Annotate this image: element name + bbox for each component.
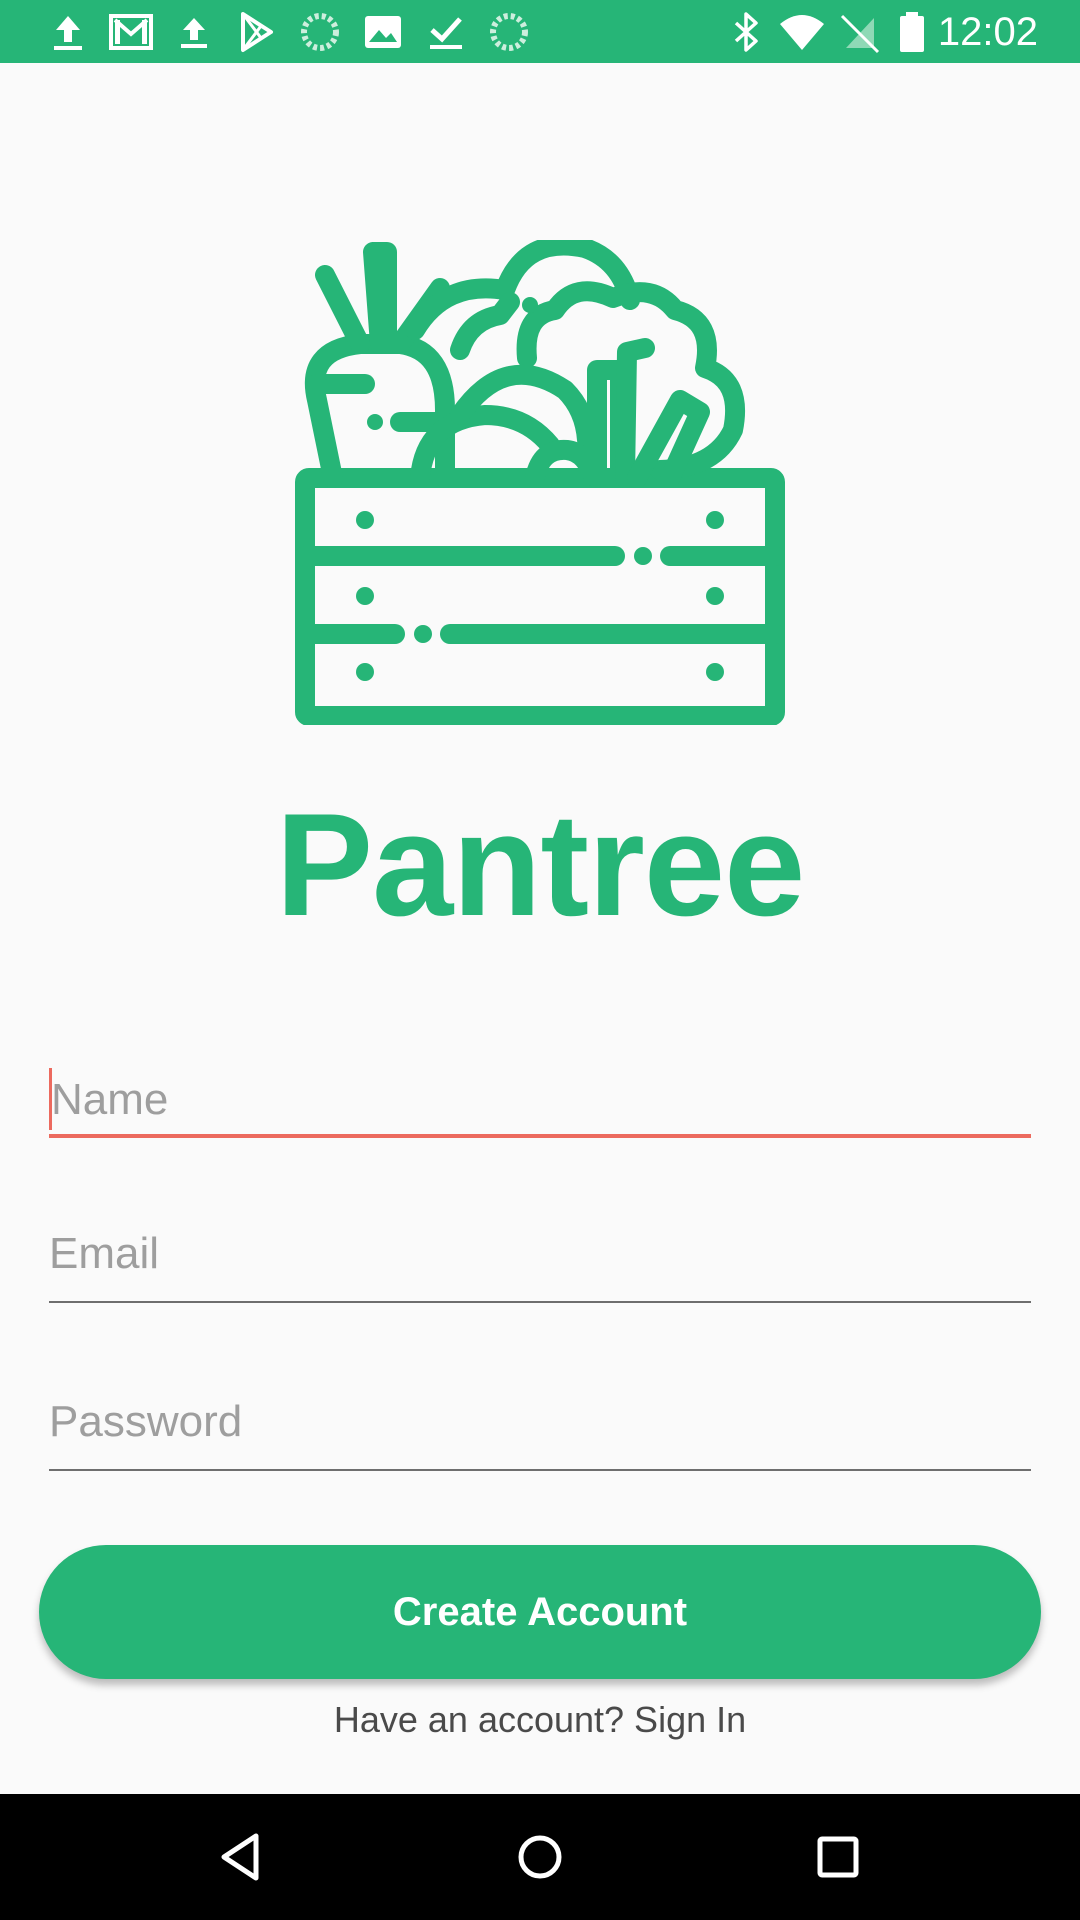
- email-field-container: [49, 1222, 1031, 1303]
- image-icon: [359, 8, 407, 56]
- recents-icon[interactable]: [803, 1822, 873, 1892]
- upload-icon: [170, 8, 218, 56]
- text-cursor: [49, 1068, 52, 1130]
- battery-icon: [888, 8, 936, 56]
- password-field-container: [49, 1390, 1031, 1471]
- back-icon[interactable]: [206, 1822, 276, 1892]
- sign-up-screen: 12:02 Pantree Name Email Create Account …: [0, 0, 1080, 1920]
- gmail-icon: [107, 8, 155, 56]
- vegetable-crate-icon: [295, 240, 785, 725]
- create-account-button[interactable]: Create Account: [39, 1545, 1041, 1679]
- download-done-icon: [422, 8, 470, 56]
- app-title: Pantree: [275, 783, 806, 946]
- password-field[interactable]: [49, 1390, 1031, 1454]
- home-icon[interactable]: [505, 1822, 575, 1892]
- name-field-underline: [49, 1134, 1031, 1138]
- no-sim-icon: [836, 8, 884, 56]
- loading-icon: [485, 8, 533, 56]
- email-field-underline: [49, 1301, 1031, 1303]
- password-field-underline: [49, 1469, 1031, 1471]
- sign-in-link[interactable]: Have an account? Sign In: [0, 1692, 1080, 1748]
- loading-icon: [296, 8, 344, 56]
- status-time: 12:02: [937, 10, 1038, 54]
- navigation-bar: [0, 1794, 1080, 1920]
- name-field-container: [49, 1068, 1031, 1138]
- upload-icon: [44, 8, 92, 56]
- play-store-icon: [233, 8, 281, 56]
- name-field[interactable]: [49, 1068, 1031, 1132]
- email-field[interactable]: [49, 1222, 1031, 1286]
- status-bar: 12:02: [0, 0, 1080, 63]
- wifi-icon: [778, 8, 826, 56]
- bluetooth-icon: [722, 8, 770, 56]
